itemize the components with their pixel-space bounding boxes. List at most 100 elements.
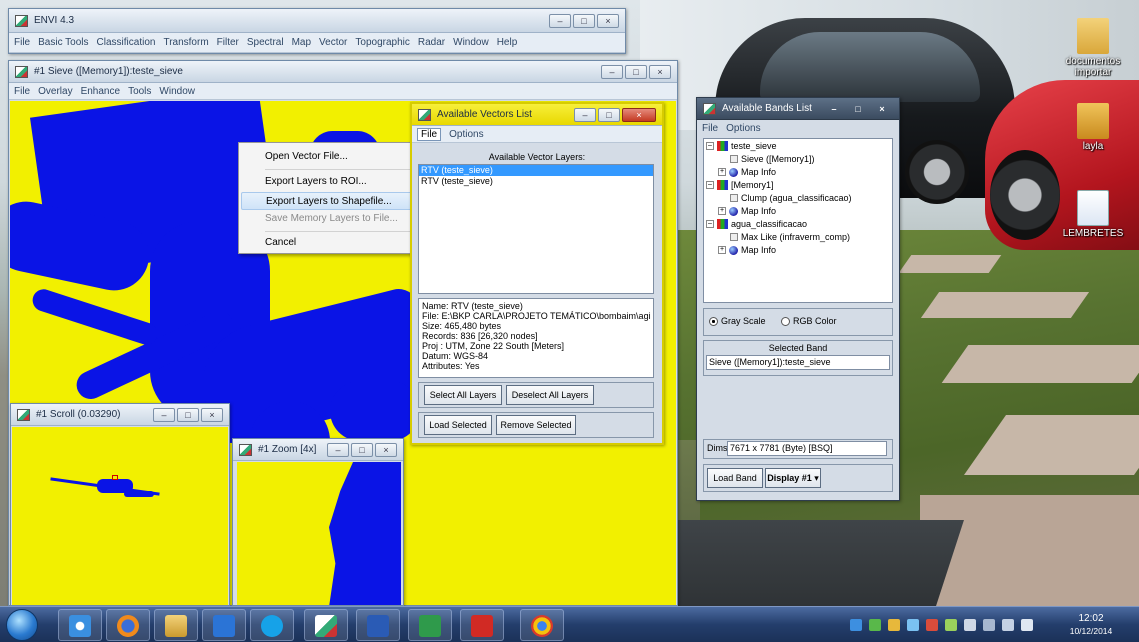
start-button[interactable] (6, 609, 38, 641)
vector-layer-item-selected[interactable]: RTV (teste_sieve) (419, 165, 653, 176)
menu-window[interactable]: Window (453, 37, 489, 48)
close-icon[interactable]: × (597, 13, 619, 28)
taskbar-media[interactable] (202, 609, 246, 641)
taskbar-word[interactable] (356, 609, 400, 641)
tree-band-clump[interactable]: Clump (agua_classificacao) (730, 193, 852, 203)
menu-overlay[interactable]: Overlay (38, 86, 72, 97)
select-all-layers-button[interactable]: Select All Layers (424, 385, 502, 405)
menu-item-export-roi[interactable]: Export Layers to ROI... (265, 173, 367, 191)
taskbar-envi[interactable] (304, 609, 348, 641)
minimize-icon[interactable]: – (601, 64, 623, 79)
tray-app-icon[interactable] (850, 619, 862, 631)
maximize-icon[interactable]: □ (177, 407, 199, 422)
menu-radar[interactable]: Radar (418, 37, 445, 48)
taskbar-firefox[interactable] (106, 609, 150, 641)
menu-basic-tools[interactable]: Basic Tools (38, 37, 88, 48)
tray-app-icon[interactable] (888, 619, 900, 631)
expand-icon[interactable]: + (718, 168, 726, 176)
vector-layers-listbox[interactable]: RTV (teste_sieve) RTV (teste_sieve) (418, 164, 654, 294)
media-icon (213, 615, 235, 637)
gray-scale-radio[interactable]: Gray Scale (709, 316, 766, 326)
vector-layer-item[interactable]: RTV (teste_sieve) (419, 176, 653, 187)
close-icon[interactable]: × (649, 64, 671, 79)
tree-band-max-like[interactable]: Max Like (infraverm_comp) (730, 232, 850, 242)
tray-app-icon[interactable] (907, 619, 919, 631)
tree-map-info[interactable]: + Map Info (718, 167, 776, 177)
menu-help[interactable]: Help (497, 37, 518, 48)
scroll-image-canvas[interactable] (12, 427, 228, 605)
minimize-icon[interactable]: – (549, 13, 571, 28)
menu-item-cancel[interactable]: Cancel (265, 234, 296, 252)
scroll-viewport-indicator[interactable] (112, 475, 118, 480)
selected-band-field: Sieve ([Memory1]):teste_sieve (706, 355, 890, 370)
deselect-all-layers-button[interactable]: Deselect All Layers (506, 385, 594, 405)
menu-options[interactable]: Options (726, 123, 760, 134)
maximize-icon[interactable]: □ (573, 13, 595, 28)
desktop-icon-documentos[interactable]: documentos importar (1055, 18, 1131, 78)
taskbar-ie[interactable] (58, 609, 102, 641)
taskbar-skype[interactable] (250, 609, 294, 641)
close-icon[interactable]: × (201, 407, 223, 422)
rgb-color-radio[interactable]: RGB Color (781, 316, 837, 326)
close-icon[interactable]: × (871, 102, 893, 116)
menu-file[interactable]: File (702, 123, 718, 134)
taskbar-acrobat[interactable] (460, 609, 504, 641)
bands-tree[interactable]: – teste_sieve Sieve ([Memory1]) + Map In… (703, 138, 893, 303)
menu-tools[interactable]: Tools (128, 86, 151, 97)
menu-item-open-vector-file[interactable]: Open Vector File... (265, 148, 348, 166)
minimize-icon[interactable]: – (327, 442, 349, 457)
menu-transform[interactable]: Transform (163, 37, 208, 48)
battery-icon[interactable] (983, 619, 995, 631)
collapse-icon[interactable]: – (706, 142, 714, 150)
maximize-icon[interactable]: □ (598, 107, 620, 122)
taskbar-chrome[interactable] (520, 609, 564, 641)
close-icon[interactable]: × (375, 442, 397, 457)
desktop-icon-lembretes[interactable]: LEMBRETES (1055, 190, 1131, 239)
menu-topographic[interactable]: Topographic (355, 37, 409, 48)
menu-file[interactable]: File (14, 37, 30, 48)
menu-file[interactable]: File (14, 86, 30, 97)
menu-options[interactable]: Options (449, 129, 483, 140)
minimize-icon[interactable]: – (574, 107, 596, 122)
collapse-icon[interactable]: – (706, 181, 714, 189)
expand-icon[interactable]: + (718, 246, 726, 254)
taskbar-explorer[interactable] (154, 609, 198, 641)
volume-icon[interactable] (1021, 619, 1033, 631)
remove-selected-button[interactable]: Remove Selected (496, 415, 576, 435)
taskbar-clock[interactable]: 12:02 10/12/2014 (1058, 612, 1124, 638)
tray-app-icon[interactable] (926, 619, 938, 631)
menu-map[interactable]: Map (292, 37, 311, 48)
tree-band-sieve[interactable]: Sieve ([Memory1]) (730, 154, 815, 164)
minimize-icon[interactable]: – (823, 102, 845, 116)
load-band-button[interactable]: Load Band (707, 468, 763, 488)
tree-file-agua-classificacao[interactable]: – agua_classificacao (706, 219, 807, 229)
menu-file[interactable]: File (417, 127, 442, 141)
maximize-icon[interactable]: □ (625, 64, 647, 79)
menu-window[interactable]: Window (159, 86, 195, 97)
tree-map-info[interactable]: + Map Info (718, 245, 776, 255)
zoom-image-canvas[interactable] (237, 462, 401, 605)
tree-file-teste-sieve[interactable]: – teste_sieve (706, 141, 777, 151)
menu-classification[interactable]: Classification (97, 37, 156, 48)
load-selected-button[interactable]: Load Selected (424, 415, 492, 435)
maximize-icon[interactable]: □ (847, 102, 869, 116)
close-icon[interactable]: × (622, 107, 656, 122)
menu-spectral[interactable]: Spectral (247, 37, 284, 48)
menu-vector[interactable]: Vector (319, 37, 347, 48)
display-select-button[interactable]: Display #1 ▾ (765, 468, 821, 488)
tray-app-icon[interactable] (945, 619, 957, 631)
flag-icon[interactable] (964, 619, 976, 631)
maximize-icon[interactable]: □ (351, 442, 373, 457)
network-icon[interactable] (1002, 619, 1014, 631)
expand-icon[interactable]: + (718, 207, 726, 215)
minimize-icon[interactable]: – (153, 407, 175, 422)
tree-map-info[interactable]: + Map Info (718, 206, 776, 216)
menu-item-export-shapefile[interactable]: Export Layers to Shapefile... (241, 192, 434, 210)
collapse-icon[interactable]: – (706, 220, 714, 228)
tray-app-icon[interactable] (869, 619, 881, 631)
tree-file-memory1[interactable]: – [Memory1] (706, 180, 774, 190)
taskbar-project[interactable] (408, 609, 452, 641)
menu-filter[interactable]: Filter (217, 37, 239, 48)
desktop-icon-layla[interactable]: layla (1055, 103, 1131, 152)
menu-enhance[interactable]: Enhance (81, 86, 120, 97)
